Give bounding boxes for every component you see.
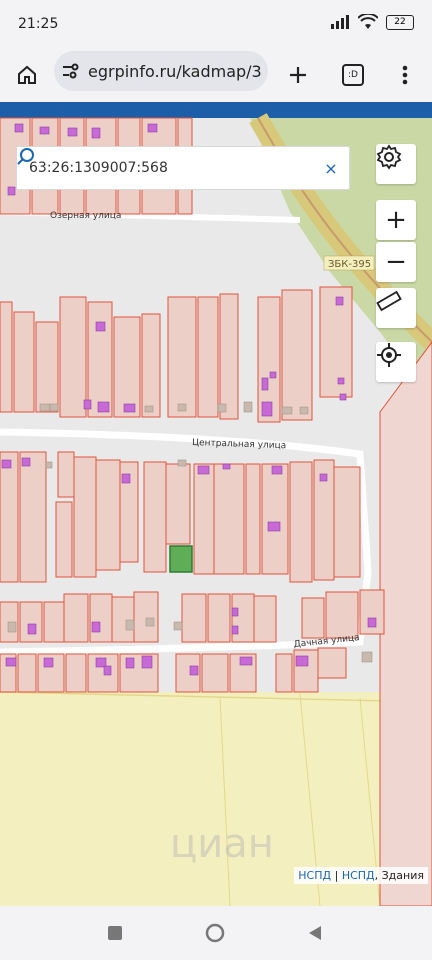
status-bar: 21:25 22 [0, 0, 432, 48]
minus-icon: − [385, 247, 407, 277]
tabs-button[interactable]: :D [336, 58, 370, 92]
home-icon[interactable] [10, 58, 44, 92]
road-label: ЗБК-395 [328, 259, 371, 270]
crosshair-icon [377, 343, 401, 367]
watermark: циан [170, 821, 274, 867]
menu-button[interactable] [388, 58, 422, 92]
wifi-icon [358, 14, 378, 29]
settings-button[interactable] [376, 144, 416, 184]
status-time: 21:25 [18, 16, 59, 32]
map-attribution: НСПД | НСПД, Здания [294, 867, 428, 884]
ruler-icon [376, 290, 402, 312]
tab-count: :D [342, 64, 364, 86]
more-vert-icon [402, 65, 408, 85]
battery-level: 22 [394, 17, 406, 27]
plus-icon: + [385, 205, 407, 235]
map-view[interactable]: ЗБК-395 Озерная улица Центральная улица … [0, 102, 432, 906]
site-settings-icon[interactable] [62, 63, 80, 79]
url-text: egrpinfo.ru/kadmap/3 [88, 61, 262, 81]
new-tab-button[interactable] [281, 58, 315, 92]
system-nav-bar [0, 906, 432, 960]
locate-button[interactable] [376, 342, 416, 382]
cadastral-search[interactable]: 63:26:1309007:568 × [16, 146, 350, 190]
street-label-ozernaya: Озерная улица [50, 211, 121, 221]
battery-icon: 22 [386, 14, 414, 30]
back-button[interactable] [308, 925, 322, 941]
search-input[interactable]: 63:26:1309007:568 [29, 160, 295, 176]
zoom-out-button[interactable]: − [376, 242, 416, 282]
selected-parcel[interactable] [169, 545, 193, 573]
search-icon[interactable] [17, 148, 319, 180]
map-canvas[interactable]: ЗБК-395 Озерная улица Центральная улица … [0, 102, 432, 906]
attribution-link-1[interactable]: НСПД [298, 869, 331, 882]
plus-icon [290, 67, 306, 83]
recents-button[interactable] [108, 926, 122, 940]
zoom-in-button[interactable]: + [376, 200, 416, 240]
clear-search-icon[interactable]: × [319, 156, 343, 180]
ruler-button[interactable] [376, 288, 416, 328]
attribution-link-2[interactable]: НСПД [342, 869, 375, 882]
gear-icon [376, 144, 402, 170]
url-bar[interactable]: egrpinfo.ru/kadmap/3 [54, 51, 268, 91]
home-nav-button[interactable] [205, 923, 225, 943]
signal-icon [331, 15, 349, 29]
